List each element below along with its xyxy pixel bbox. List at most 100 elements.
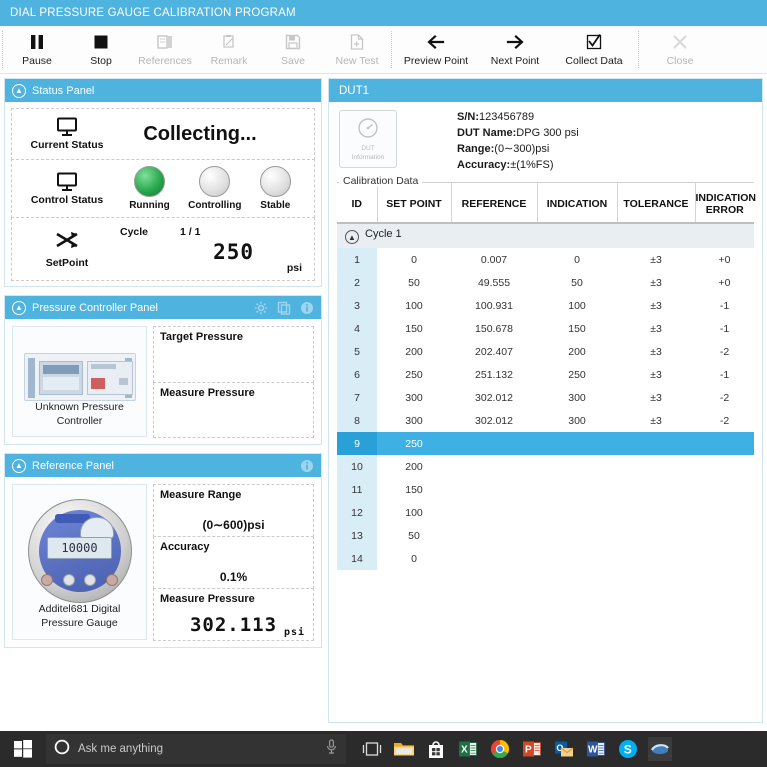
digital-pressure-gauge-image: 10000 <box>28 499 132 603</box>
gauge-lcd: 10000 <box>47 537 112 559</box>
reference-panel: ▲ Reference Panel 10000 <box>4 453 322 647</box>
cell-reference: 302.012 <box>451 409 537 432</box>
file-explorer-icon[interactable] <box>392 737 416 761</box>
calibration-data-table: ID SET POINT REFERENCE INDICATION TOLERA… <box>337 183 754 571</box>
collapse-chevron-icon[interactable]: ▲ <box>12 84 26 98</box>
info-icon[interactable] <box>300 459 314 473</box>
skype-icon[interactable]: S <box>616 737 640 761</box>
start-button[interactable] <box>0 731 46 767</box>
preview-point-button[interactable]: Preview Point <box>394 26 478 73</box>
table-row[interactable]: 6250251.132250±3-1 <box>337 363 754 386</box>
table-row[interactable]: 12100 <box>337 501 754 524</box>
controller-panel-header[interactable]: ▲ Pressure Controller Panel <box>5 296 321 319</box>
table-row[interactable]: 7300302.012300±3-2 <box>337 386 754 409</box>
collect-data-button[interactable]: Collect Data <box>552 26 636 73</box>
chrome-icon[interactable] <box>488 737 512 761</box>
remark-icon <box>220 32 238 52</box>
column-header-indication-error[interactable]: INDICATION ERROR <box>695 183 754 223</box>
current-status-row: Current Status Collecting... <box>11 108 315 160</box>
setpoint-value: 250 <box>213 240 254 264</box>
cell-set-point: 300 <box>377 386 451 409</box>
setpoint-row: SetPoint Cycle 1 / 1 250 psi <box>11 217 315 281</box>
table-row[interactable]: 4150150.678150±3-1 <box>337 317 754 340</box>
dut-accuracy-line: Accuracy:±(1%FS) <box>411 158 752 174</box>
dut-icon-label-1: DUT <box>361 145 374 152</box>
cell-tolerance: ±3 <box>617 386 695 409</box>
outlook-icon[interactable]: O <box>552 737 576 761</box>
column-header-tolerance[interactable]: TOLERANCE <box>617 183 695 223</box>
controller-device-name: Unknown Pressure Controller <box>17 401 142 428</box>
dut-range-value: (0∼300)psi <box>494 143 549 155</box>
table-row[interactable]: 10200 <box>337 455 754 478</box>
cell-id: 1 <box>337 248 377 271</box>
reference-panel-header[interactable]: ▲ Reference Panel <box>5 454 321 477</box>
dut-information-button[interactable]: DUT Information <box>339 110 397 168</box>
collapse-chevron-icon[interactable]: ▲ <box>12 459 26 473</box>
controller-fields: Target Pressure Measure Pressure <box>153 326 314 437</box>
app-icon[interactable] <box>648 737 672 761</box>
references-button[interactable]: References <box>133 26 197 73</box>
cycle-label: Cycle <box>120 226 148 238</box>
microphone-icon[interactable] <box>325 739 338 759</box>
search-box[interactable]: Ask me anything <box>46 734 346 764</box>
table-row[interactable]: 11150 <box>337 478 754 501</box>
cell-reference <box>451 501 537 524</box>
cell-reference <box>451 432 537 455</box>
table-row[interactable]: 5200202.407200±3-2 <box>337 340 754 363</box>
close-button[interactable]: Close <box>641 26 719 73</box>
cell-id: 8 <box>337 409 377 432</box>
table-row[interactable]: 1350 <box>337 524 754 547</box>
table-row[interactable]: 25049.55550±3+0 <box>337 271 754 294</box>
cell-indication <box>537 524 617 547</box>
table-row[interactable]: 8300302.012300±3-2 <box>337 409 754 432</box>
save-button[interactable]: Save <box>261 26 325 73</box>
cell-indication: 250 <box>537 363 617 386</box>
dut-panel: DUT1 DUT Information S/N:123456789 <box>328 78 763 723</box>
calibration-data-group: Calibration Data ID SET POINT REFERENCE … <box>337 182 754 722</box>
reference-header-icons <box>300 459 314 473</box>
target-pressure-label: Target Pressure <box>160 331 307 343</box>
task-view-icon[interactable] <box>360 737 384 761</box>
references-icon <box>156 32 174 52</box>
cell-set-point: 100 <box>377 501 451 524</box>
next-point-button[interactable]: Next Point <box>478 26 552 73</box>
new-test-button[interactable]: New Test <box>325 26 389 73</box>
collapse-chevron-icon[interactable]: ▲ <box>12 301 26 315</box>
remark-button[interactable]: Remark <box>197 26 261 73</box>
column-header-id[interactable]: ID <box>337 183 377 223</box>
status-panel-header[interactable]: ▲ Status Panel <box>5 79 321 102</box>
stop-button[interactable]: Stop <box>69 26 133 73</box>
column-header-set-point[interactable]: SET POINT <box>377 183 451 223</box>
gear-icon[interactable] <box>254 301 268 315</box>
pause-button[interactable]: Pause <box>5 26 69 73</box>
measure-pressure-label: Measure Pressure <box>160 387 307 399</box>
close-label: Close <box>667 55 694 67</box>
cell-tolerance <box>617 455 695 478</box>
cell-reference: 202.407 <box>451 340 537 363</box>
table-row[interactable]: 100.0070±3+0 <box>337 248 754 271</box>
cell-tolerance: ±3 <box>617 248 695 271</box>
table-row[interactable]: 9250 <box>337 432 754 455</box>
main-content: ▲ Status Panel Current Status Collecting… <box>0 74 767 727</box>
table-row[interactable]: 3100100.931100±3-1 <box>337 294 754 317</box>
dut-panel-header[interactable]: DUT1 <box>329 79 762 102</box>
microsoft-store-icon[interactable] <box>424 737 448 761</box>
column-header-reference[interactable]: REFERENCE <box>451 183 537 223</box>
cell-reference: 150.678 <box>451 317 537 340</box>
column-header-indication[interactable]: INDICATION <box>537 183 617 223</box>
powerpoint-icon[interactable]: P <box>520 737 544 761</box>
cycle-group-row[interactable]: ▲Cycle 1 <box>337 223 754 249</box>
cell-indication: 100 <box>537 294 617 317</box>
cell-id: 7 <box>337 386 377 409</box>
cell-indication: 300 <box>537 409 617 432</box>
word-icon[interactable]: W <box>584 737 608 761</box>
table-row[interactable]: 140 <box>337 547 754 570</box>
window-title: DIAL PRESSURE GAUGE CALIBRATION PROGRAM <box>10 7 296 19</box>
excel-icon[interactable]: X <box>456 737 480 761</box>
control-status-label: Control Status <box>31 194 103 206</box>
device-copy-icon[interactable] <box>277 301 291 315</box>
collapse-chevron-icon[interactable]: ▲ <box>345 230 359 244</box>
info-icon[interactable] <box>300 301 314 315</box>
cell-indication <box>537 547 617 570</box>
save-label: Save <box>281 55 305 67</box>
